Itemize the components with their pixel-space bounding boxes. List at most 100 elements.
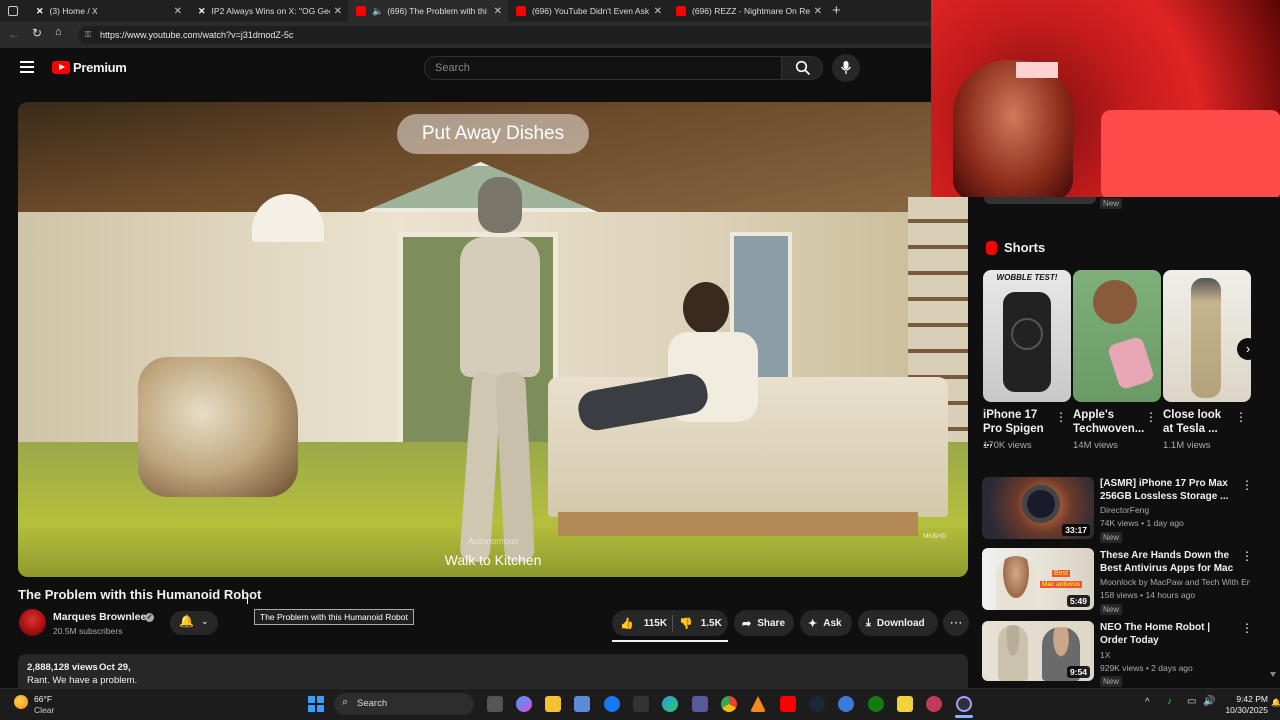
channel-name[interactable]: Marques Brownlee — [53, 611, 146, 623]
search-icon: ⌕ — [342, 696, 349, 708]
ask-button[interactable]: ✦ Ask — [800, 610, 852, 636]
shorts-logo-icon — [986, 241, 997, 255]
search-icon — [795, 60, 811, 76]
browser-menu-icon[interactable] — [8, 6, 18, 16]
network-icon[interactable]: ▭ — [1187, 696, 1196, 707]
video-title[interactable]: These Are Hands Down the Best Antivirus … — [1100, 549, 1240, 575]
mouse-cursor-icon — [247, 594, 248, 604]
more-options-icon[interactable]: ⋮ — [1241, 478, 1253, 492]
mic-tray-icon[interactable]: ♪ — [1167, 696, 1172, 707]
home-icon[interactable]: ⌂ — [55, 26, 62, 38]
browser-tab[interactable]: (696) YouTube Didn't Even Ask Fi ✕ — [508, 0, 668, 22]
search-input[interactable]: Search — [424, 56, 782, 80]
app-icon[interactable] — [838, 696, 854, 712]
browser-tab[interactable]: ✕ IP2 Always Wins on X: "OG Geeze ✕ — [190, 0, 348, 22]
steam-icon[interactable] — [809, 696, 825, 712]
speaker-icon[interactable]: 🔈 — [372, 6, 383, 17]
like-progress-fill — [612, 640, 728, 642]
site-info-icon[interactable]: ⚿ — [85, 26, 91, 44]
store-icon[interactable] — [574, 696, 590, 712]
video-thumbnail[interactable]: 33:17 — [982, 477, 1094, 539]
tab-title: (696) REZZ - Nightmare On Rezz — [692, 6, 810, 16]
file-explorer-icon[interactable] — [545, 696, 561, 712]
subscribe-bell-button[interactable]: 🔔 ⌄ — [170, 611, 218, 635]
video-channel[interactable]: Moonlock by MacPaw and Tech With Em... — [1100, 577, 1250, 587]
clock-date[interactable]: 10/30/2025 — [1218, 705, 1268, 715]
volume-icon[interactable]: 🔊 — [1203, 696, 1215, 707]
xbox-icon[interactable] — [868, 696, 884, 712]
robot-image — [998, 625, 1028, 681]
url-field[interactable]: ⚿ https://www.youtube.com/watch?v=j31dmo… — [78, 26, 938, 44]
like-progress-bar — [612, 640, 728, 642]
obs-icon[interactable] — [956, 696, 972, 712]
calculator-icon[interactable] — [692, 696, 708, 712]
short-thumbnail[interactable] — [1073, 270, 1161, 402]
new-tab-icon[interactable]: + — [832, 2, 841, 19]
dislike-button[interactable]: 👎 1.5K — [675, 612, 727, 634]
short-title[interactable]: Close look at Tesla ... — [1163, 408, 1233, 436]
video-player[interactable]: Put Away Dishes Autonomous Walk to Kitch… — [18, 102, 968, 577]
hamburger-menu-icon[interactable] — [20, 61, 34, 73]
url-text: https://www.youtube.com/watch?v=j31dmodZ… — [100, 30, 294, 40]
windows-start-icon[interactable] — [308, 696, 324, 712]
short-thumbnail[interactable] — [1163, 270, 1251, 402]
short-thumbnail[interactable]: WOBBLE TEST! — [983, 270, 1071, 402]
taskbar-search[interactable]: ⌕ Search — [334, 693, 474, 715]
close-tab-icon[interactable]: ✕ — [494, 6, 502, 17]
edge-icon[interactable] — [662, 696, 678, 712]
channel-avatar[interactable] — [19, 609, 46, 636]
youtube-logo[interactable]: Premium — [52, 60, 127, 75]
video-channel[interactable]: DirectorFeng — [1100, 505, 1149, 515]
snipping-tool-icon[interactable] — [926, 696, 942, 712]
close-tab-icon[interactable]: ✕ — [174, 6, 182, 17]
thumb-caption-antivirus: Mac antivirus — [1040, 581, 1083, 588]
facebook-icon[interactable] — [604, 696, 620, 712]
video-channel[interactable]: 1X — [1100, 650, 1110, 660]
video-title[interactable]: [ASMR] iPhone 17 Pro Max 256GB Lossless … — [1100, 477, 1235, 503]
amazon-icon[interactable] — [633, 696, 649, 712]
video-scene-person — [575, 282, 778, 462]
thumbs-up-icon: 👍 — [620, 617, 634, 630]
more-actions-button[interactable]: ⋯ — [943, 610, 969, 636]
more-options-icon[interactable]: ⋮ — [1241, 621, 1253, 635]
close-tab-icon[interactable]: ✕ — [654, 6, 662, 17]
like-button[interactable]: 👍 115K — [614, 612, 672, 634]
sticky-notes-icon[interactable] — [897, 696, 913, 712]
share-button[interactable]: ➦ Share — [734, 610, 794, 636]
scrollbar-thumb[interactable] — [1270, 672, 1276, 677]
video-thumbnail[interactable]: 9:54 — [982, 621, 1094, 681]
close-tab-icon[interactable]: ✕ — [814, 6, 822, 17]
copilot-icon[interactable] — [516, 696, 532, 712]
chrome-icon[interactable] — [721, 696, 737, 712]
more-options-icon[interactable]: ⋮ — [1055, 410, 1067, 424]
voice-search-button[interactable] — [832, 54, 860, 82]
short-title[interactable]: Apple's Techwoven... — [1073, 408, 1144, 436]
video-thumbnail[interactable]: Best Mac antivirus 5:49 — [982, 548, 1094, 610]
video-title[interactable]: NEO The Home Robot | Order Today — [1100, 621, 1235, 647]
youtube-icon — [676, 6, 686, 16]
tray-chevron-up-icon[interactable]: ^ — [1145, 697, 1150, 708]
search-button[interactable] — [781, 56, 823, 80]
notification-bell-icon[interactable]: 🔔 — [1271, 698, 1280, 707]
browser-tab-active[interactable]: 🔈 (696) The Problem with this ✕ — [348, 0, 508, 22]
webcam-monitor — [1016, 62, 1058, 78]
refresh-icon[interactable]: ↻ — [32, 26, 42, 40]
download-button[interactable]: ⤓ Download — [858, 610, 938, 636]
youtube-icon[interactable] — [780, 696, 796, 712]
more-options-icon[interactable]: ⋮ — [1235, 410, 1247, 424]
clock-time[interactable]: 9:42 PM — [1223, 694, 1268, 704]
close-tab-icon[interactable]: ✕ — [334, 6, 342, 17]
description-text: Rant. We have a problem. — [27, 675, 138, 686]
task-view-icon[interactable] — [487, 696, 503, 712]
weather-icon[interactable] — [14, 695, 28, 709]
more-options-icon[interactable]: ⋮ — [1241, 549, 1253, 563]
back-icon[interactable]: ← — [8, 27, 20, 41]
video-title: The Problem with this Humanoid Robot — [18, 587, 262, 602]
youtube-icon — [516, 6, 526, 16]
weather-condition: Clear — [34, 705, 55, 715]
browser-tab[interactable]: (696) REZZ - Nightmare On Rezz ✕ — [668, 0, 828, 22]
more-options-icon[interactable]: ⋮ — [1145, 410, 1157, 424]
shorts-next-icon[interactable]: › — [1237, 338, 1259, 360]
browser-tab[interactable]: ✕ (3) Home / X ✕ — [28, 0, 188, 22]
partial-video-thumb[interactable] — [984, 197, 1096, 204]
